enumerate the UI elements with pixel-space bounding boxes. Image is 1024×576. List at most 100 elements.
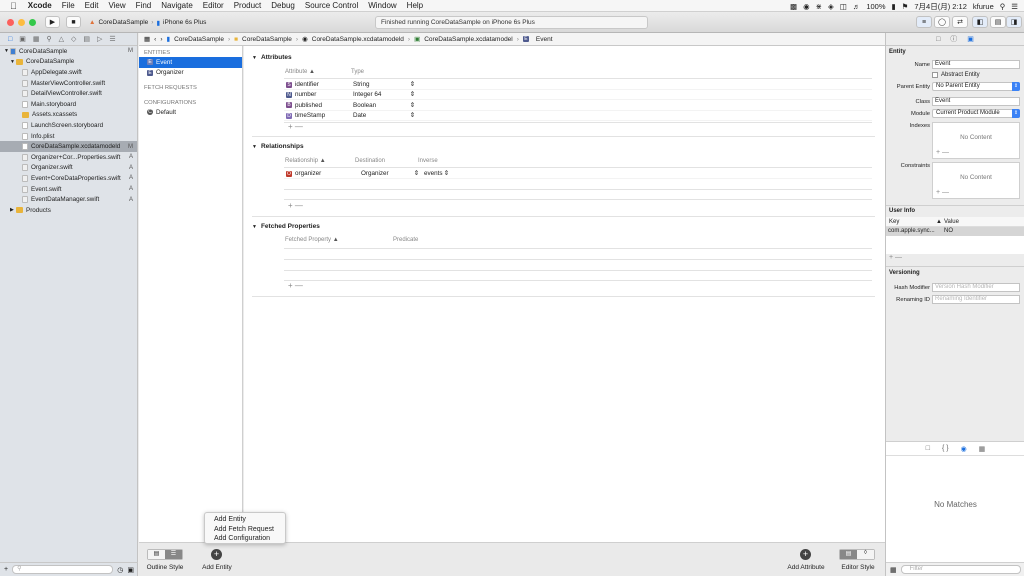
inverse-popup[interactable]: events ⇕ — [424, 170, 449, 177]
toggle-inspector-button[interactable]: ◨ — [1006, 16, 1022, 28]
type-column-header[interactable]: Type — [351, 69, 364, 75]
menu-source-control[interactable]: Source Control — [300, 1, 363, 10]
menu-edit[interactable]: Edit — [80, 1, 104, 10]
close-button[interactable] — [7, 19, 14, 26]
object-library-icon[interactable]: ◉ — [961, 445, 967, 453]
user-menu[interactable]: kfurue — [973, 2, 994, 11]
wifi-icon[interactable]: ◈ — [828, 2, 834, 11]
attribute-row[interactable]: Sidentifier String ⇕ — [284, 80, 872, 90]
disclosure-triangle-icon[interactable]: ▼ — [252, 144, 257, 150]
navigator-item[interactable]: Main.storyboard — [0, 99, 137, 110]
entity-name-field[interactable]: Event — [932, 60, 1020, 69]
breakpoint-icon[interactable]: ▷ — [97, 35, 102, 43]
navigator-item[interactable]: AppDelegate.swift — [0, 67, 137, 78]
navigator-item[interactable]: CoreDataSample.xcdatamodeld M — [0, 141, 137, 152]
scheme-selector[interactable]: ▲ CoreDataSample › ▮ iPhone 6s Plus — [89, 16, 206, 29]
checkbox-icon[interactable] — [932, 72, 938, 78]
navigator-item[interactable]: Organizer.swift A — [0, 163, 137, 174]
bluetooth-icon[interactable]: ⋇ — [816, 2, 822, 11]
navigator-item[interactable]: EventDataManager.swift A — [0, 194, 137, 205]
apple-menu-icon[interactable]:  — [0, 1, 23, 11]
test-icon[interactable]: ◇ — [71, 35, 76, 43]
attribute-row[interactable]: DtimeStamp Date ⇕ — [284, 111, 872, 122]
status-icon[interactable]: ◉ — [803, 2, 810, 11]
relationship-name[interactable]: organizer — [295, 170, 361, 177]
add-entity-button[interactable]: + — [211, 549, 222, 560]
renaming-id-field[interactable]: Renaming Identifier — [932, 295, 1020, 304]
relationship-row[interactable]: O organizer Organizer ⇕ events ⇕ — [284, 169, 872, 179]
assistant-editor-button[interactable]: ◯ — [934, 16, 950, 28]
quick-help-icon[interactable]: ⓘ — [950, 34, 957, 44]
status-icon[interactable]: ◫ — [840, 2, 847, 11]
breadcrumb-project[interactable]: CoreDataSample — [174, 36, 224, 43]
menu-item-add-configuration[interactable]: Add Configuration — [205, 534, 285, 544]
attribute-column-header[interactable]: Attribute ▲ — [285, 69, 315, 75]
attribute-type-popup[interactable]: Integer 64 ⇕ — [353, 91, 415, 98]
user-info-row[interactable]: com.apple.sync... NO — [886, 227, 1024, 236]
notification-center-icon[interactable]: ☰ — [1011, 2, 1018, 11]
relationship-add-remove[interactable]: + — — [288, 201, 303, 210]
grid-view-icon[interactable]: ▦ — [890, 566, 897, 574]
battery-label[interactable]: 100% — [866, 2, 885, 11]
menu-file[interactable]: File — [57, 1, 80, 10]
menu-item-add-fetch-request[interactable]: Add Fetch Request — [205, 525, 285, 535]
menu-item-add-entity[interactable]: Add Entity — [205, 515, 285, 525]
predicate-column-header[interactable]: Predicate — [393, 237, 418, 243]
navigator-item[interactable]: Event+CoreDataProperties.swift A — [0, 173, 137, 184]
add-attribute-button[interactable]: + — [800, 549, 811, 560]
breadcrumb-modeld[interactable]: CoreDataSample.xcdatamodeld — [312, 36, 404, 43]
fetched-property-column-header[interactable]: Fetched Property ▲ — [285, 237, 339, 243]
value-column-header[interactable]: Value — [944, 219, 959, 225]
user-info-add-remove[interactable]: + — — [889, 254, 902, 261]
navigator-item[interactable]: DetailViewController.swift — [0, 88, 137, 99]
constraints-add-remove[interactable]: + — — [936, 189, 949, 196]
volume-icon[interactable]: ♬ — [853, 2, 861, 11]
zoom-button[interactable] — [29, 19, 36, 26]
report-icon[interactable]: ☰ — [109, 35, 115, 43]
configuration-item-default[interactable]: C Default — [139, 107, 242, 118]
folder-icon[interactable]: □ — [8, 36, 12, 43]
code-snippet-icon[interactable]: { } — [942, 445, 949, 452]
navigator-item[interactable]: Assets.xcassets — [0, 110, 137, 121]
attribute-row[interactable]: Nnumber Integer 64 ⇕ — [284, 90, 872, 101]
abstract-entity-checkbox[interactable]: Abstract Entity — [932, 72, 980, 78]
navigator-item[interactable]: ▼ CoreDataSample M — [0, 46, 137, 57]
graph-editor-icon[interactable]: ◊ — [857, 550, 874, 559]
fetched-properties-section-header[interactable]: ▼ Fetched Properties — [252, 223, 320, 230]
menu-help[interactable]: Help — [402, 1, 428, 10]
input-source-icon[interactable]: ⚑ — [902, 2, 909, 11]
disclosure-triangle-icon[interactable]: ▼ — [252, 55, 257, 61]
clock[interactable]: 7月4日(月) 2:12 — [914, 1, 967, 12]
entity-item-event[interactable]: E Event — [139, 57, 242, 68]
parent-entity-select[interactable]: No Parent Entity ⇕ — [932, 82, 1020, 91]
recent-icon[interactable]: ◷ — [117, 566, 123, 574]
menu-app[interactable]: Xcode — [23, 1, 57, 10]
attribute-add-remove[interactable]: + — — [288, 122, 303, 131]
back-button[interactable]: ‹ — [154, 36, 156, 43]
fetched-property-add-remove[interactable]: + — — [288, 281, 303, 290]
menu-window[interactable]: Window — [363, 1, 401, 10]
toggle-navigator-button[interactable]: ◧ — [972, 16, 988, 28]
module-select[interactable]: Current Product Module ⇕ — [932, 109, 1020, 118]
breadcrumb-group[interactable]: CoreDataSample — [242, 36, 292, 43]
hash-modifier-field[interactable]: Version Hash Modifier — [932, 283, 1020, 292]
navigator-item[interactable]: Event.swift A — [0, 184, 137, 195]
warning-icon[interactable]: △ — [59, 35, 64, 43]
source-control-icon[interactable]: ▣ — [19, 35, 26, 43]
navigator-item[interactable]: Organizer+Cor...Properties.swift A — [0, 152, 137, 163]
disclosure-triangle-icon[interactable]: ▼ — [252, 224, 257, 230]
navigator-item[interactable]: ▼ CoreDataSample — [0, 57, 137, 68]
indexes-add-remove[interactable]: + — — [936, 149, 949, 156]
indexes-box[interactable]: No Content + — — [932, 122, 1020, 159]
menu-view[interactable]: View — [103, 1, 130, 10]
user-info-key[interactable]: com.apple.sync... — [888, 228, 935, 234]
class-field[interactable]: Event — [932, 97, 1020, 106]
menu-product[interactable]: Product — [229, 1, 267, 10]
menu-editor[interactable]: Editor — [198, 1, 229, 10]
navigator-item[interactable]: Info.plist — [0, 131, 137, 142]
navigator-filter-input[interactable]: ⚲ — [12, 565, 114, 574]
destination-popup[interactable]: Organizer ⇕ — [361, 170, 419, 177]
inverse-column-header[interactable]: Inverse — [418, 158, 438, 164]
navigator-item[interactable]: LaunchScreen.storyboard — [0, 120, 137, 131]
menu-debug[interactable]: Debug — [266, 1, 300, 10]
